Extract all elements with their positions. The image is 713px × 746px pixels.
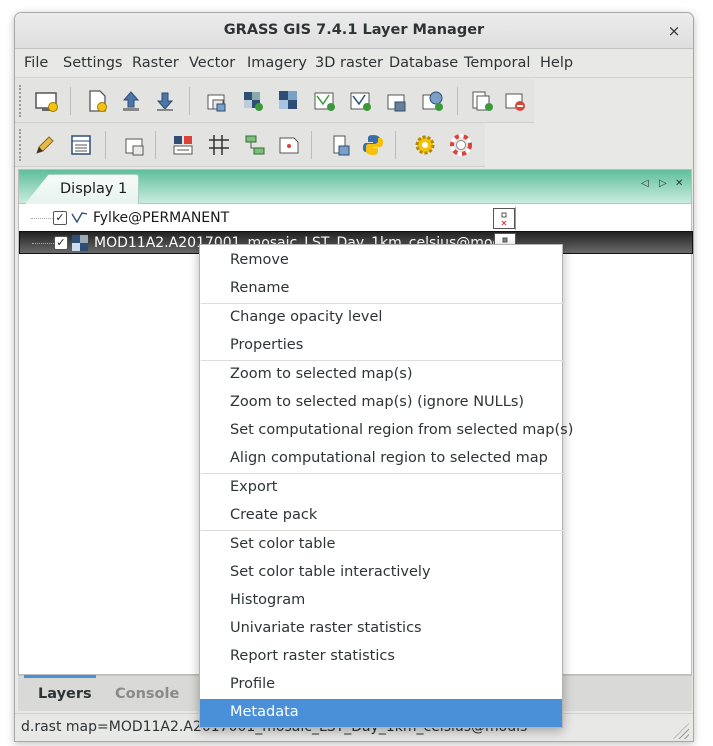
menu-item-rename[interactable]: Rename bbox=[200, 275, 562, 303]
layer-row[interactable]: ✓ Fylke@PERMANENT bbox=[19, 207, 693, 230]
tab-console[interactable]: Console bbox=[115, 686, 179, 702]
menu-item-profile[interactable]: Profile bbox=[200, 671, 562, 699]
menu-item-set-color-table-interactive[interactable]: Set color table interactively bbox=[200, 559, 562, 587]
edit-vector-icon[interactable] bbox=[29, 129, 61, 161]
menu-item-zoom-selected-ignore-nulls[interactable]: Zoom to selected map(s) (ignore NULLs) bbox=[200, 389, 562, 417]
menu-database[interactable]: Database bbox=[389, 55, 458, 71]
menu-item-properties[interactable]: Properties bbox=[200, 332, 562, 360]
layer-visibility-checkbox[interactable]: ✓ bbox=[53, 211, 67, 225]
raster-layer-icon bbox=[72, 235, 88, 255]
menu-imagery[interactable]: Imagery bbox=[247, 55, 307, 71]
title-bar[interactable]: GRASS GIS 7.4.1 Layer Manager × bbox=[15, 13, 693, 49]
menu-item-report-stats[interactable]: Report raster statistics bbox=[200, 643, 562, 671]
script-icon[interactable] bbox=[325, 129, 357, 161]
menu-item-histogram[interactable]: Histogram bbox=[200, 587, 562, 615]
vector-layer-icon bbox=[71, 211, 89, 229]
tab-close-icon[interactable]: ✕ bbox=[675, 178, 683, 189]
add-raster-icon[interactable] bbox=[201, 85, 233, 117]
menu-help[interactable]: Help bbox=[540, 55, 573, 71]
toolbar-separator bbox=[189, 87, 190, 115]
menu-item-metadata[interactable]: Metadata bbox=[200, 699, 562, 727]
window-title: GRASS GIS 7.4.1 Layer Manager bbox=[223, 22, 485, 38]
toolbar-separator bbox=[457, 87, 458, 115]
menu-item-align-region[interactable]: Align computational region to selected m… bbox=[200, 445, 562, 473]
layer-context-menu: Remove Rename Change opacity level Prope… bbox=[199, 244, 573, 728]
menu-3d-raster[interactable]: 3D raster bbox=[315, 55, 383, 71]
tree-connector bbox=[32, 243, 54, 244]
menu-item-set-region[interactable]: Set computational region from selected m… bbox=[200, 417, 573, 445]
toolbar-grip[interactable] bbox=[19, 129, 22, 161]
menu-item-export[interactable]: Export bbox=[200, 474, 562, 502]
attribute-table-icon[interactable] bbox=[65, 129, 97, 161]
menu-item-remove[interactable]: Remove bbox=[200, 247, 562, 275]
toolbar-separator bbox=[70, 87, 71, 115]
cartographic-composer-icon[interactable] bbox=[239, 129, 271, 161]
add-multiple-vector-icon[interactable] bbox=[345, 85, 377, 117]
georectifier-icon[interactable] bbox=[167, 129, 199, 161]
add-raster-overlay-icon[interactable] bbox=[273, 85, 305, 117]
menu-item-zoom-selected[interactable]: Zoom to selected map(s) bbox=[200, 361, 562, 389]
menu-item-set-color-table[interactable]: Set color table bbox=[200, 531, 562, 559]
toolbar-separator bbox=[105, 131, 106, 159]
menu-settings[interactable]: Settings bbox=[63, 55, 122, 71]
settings-icon[interactable] bbox=[409, 129, 441, 161]
add-multiple-raster-icon[interactable] bbox=[237, 85, 269, 117]
new-workspace-icon[interactable] bbox=[81, 85, 113, 117]
add-web-service-icon[interactable] bbox=[417, 85, 449, 117]
menu-temporal[interactable]: Temporal bbox=[464, 55, 530, 71]
open-workspace-icon[interactable] bbox=[115, 85, 147, 117]
map-swipe-icon[interactable] bbox=[273, 129, 305, 161]
toolbar-separator bbox=[155, 131, 156, 159]
close-button[interactable]: × bbox=[663, 20, 685, 42]
add-command-layer-icon[interactable] bbox=[119, 129, 151, 161]
menu-raster[interactable]: Raster bbox=[132, 55, 179, 71]
tree-connector bbox=[31, 218, 53, 219]
help-icon[interactable] bbox=[445, 129, 477, 161]
menu-item-univariate-stats[interactable]: Univariate raster statistics bbox=[200, 615, 562, 643]
layer-visibility-checkbox[interactable]: ✓ bbox=[54, 236, 68, 250]
toolbar-separator bbox=[395, 131, 396, 159]
remove-layer-icon[interactable] bbox=[499, 85, 531, 117]
display-tabstrip: Display 1 ◁ ▷ ✕ bbox=[19, 170, 691, 204]
tab-scroll-left-icon[interactable]: ◁ bbox=[641, 178, 649, 189]
layer-opacity-indicator[interactable] bbox=[493, 208, 515, 229]
tools-toolbar bbox=[15, 123, 485, 167]
menu-item-create-pack[interactable]: Create pack bbox=[200, 502, 562, 530]
python-shell-icon[interactable] bbox=[357, 129, 389, 161]
main-toolbar bbox=[15, 79, 534, 123]
save-workspace-icon[interactable] bbox=[149, 85, 181, 117]
column-divider bbox=[515, 207, 516, 230]
add-vector-overlay-icon[interactable] bbox=[381, 85, 413, 117]
tab-display-1[interactable]: Display 1 bbox=[25, 174, 139, 204]
resize-grip[interactable] bbox=[673, 723, 689, 739]
add-group-icon[interactable] bbox=[467, 85, 499, 117]
menu-vector[interactable]: Vector bbox=[189, 55, 235, 71]
graphical-modeler-icon[interactable] bbox=[203, 129, 235, 161]
new-display-icon[interactable] bbox=[31, 85, 63, 117]
add-vector-icon[interactable] bbox=[309, 85, 341, 117]
active-tab-indicator bbox=[24, 675, 96, 678]
layer-name: Fylke@PERMANENT bbox=[93, 210, 230, 226]
toolbar-separator bbox=[311, 131, 312, 159]
menu-item-change-opacity[interactable]: Change opacity level bbox=[200, 304, 562, 332]
menu-bar: File Settings Raster Vector Imagery 3D r… bbox=[15, 50, 693, 78]
menu-file[interactable]: File bbox=[24, 55, 48, 71]
tab-layers[interactable]: Layers bbox=[38, 686, 92, 702]
tab-scroll-right-icon[interactable]: ▷ bbox=[659, 178, 667, 189]
toolbar-grip[interactable] bbox=[19, 85, 22, 117]
